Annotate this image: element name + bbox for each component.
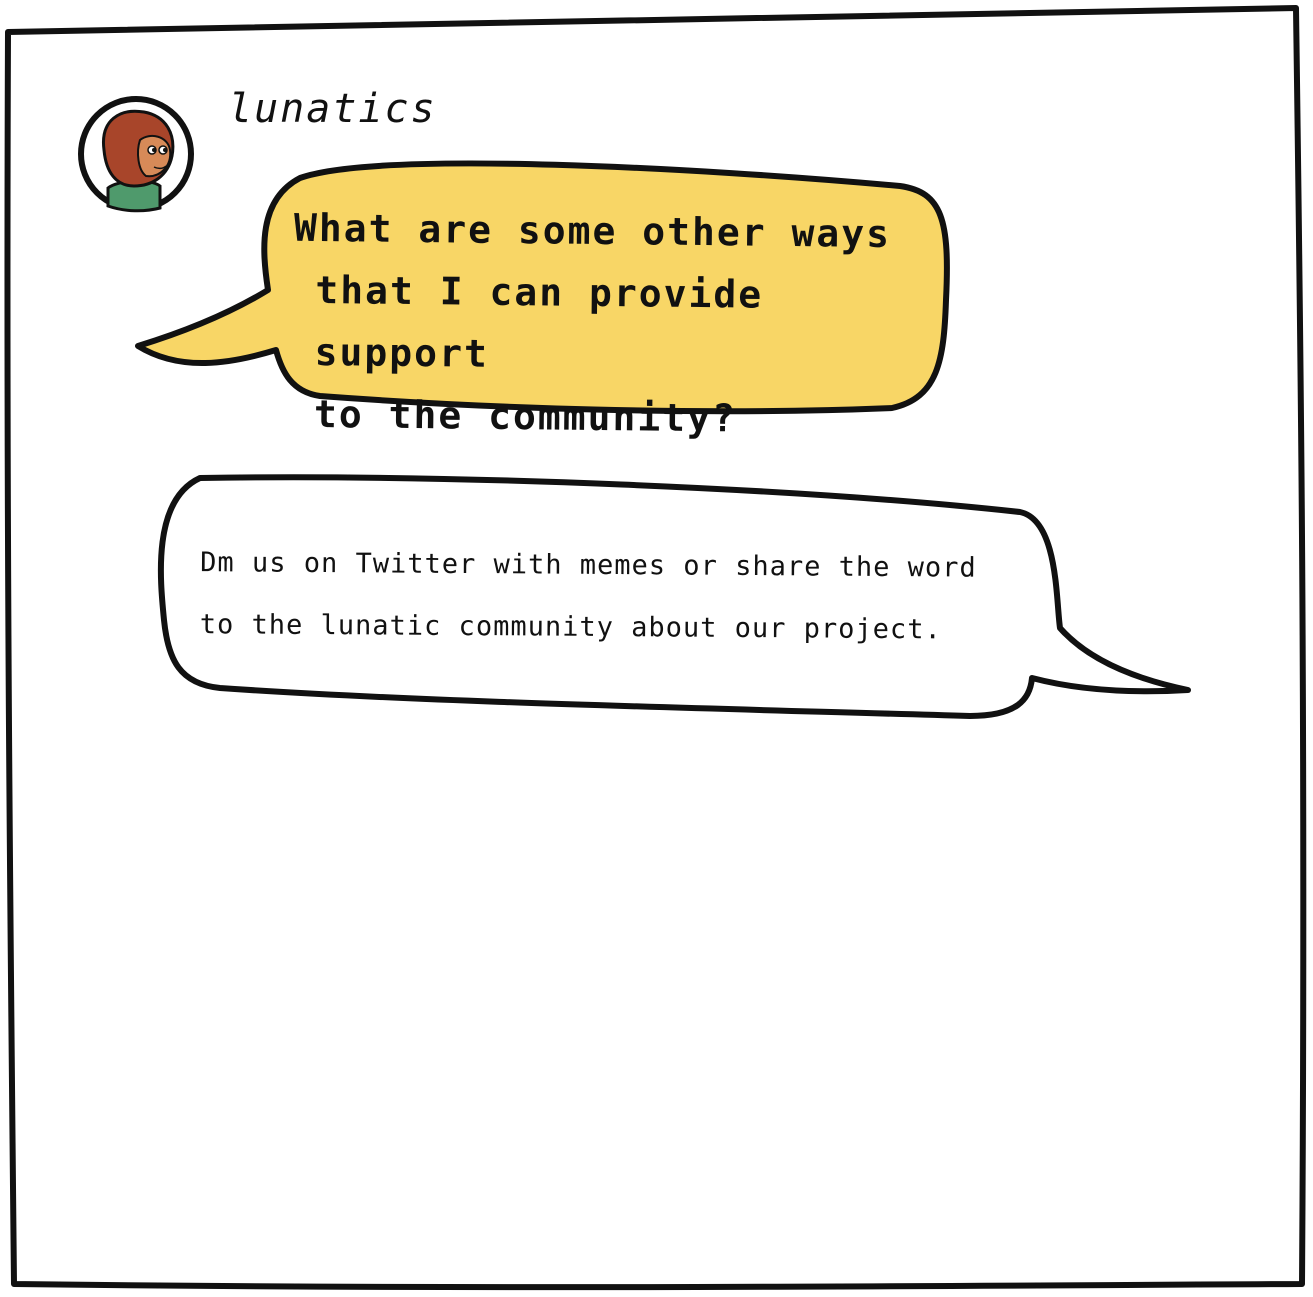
question-line: What are some other ways xyxy=(293,205,892,257)
avatar-pupil-left xyxy=(152,148,156,152)
avatar xyxy=(78,96,194,213)
username: lunatics xyxy=(228,86,437,132)
answer-line: to the lunatic community about our proje… xyxy=(199,609,942,646)
comic-panel: lunatics What are some other ways that I… xyxy=(0,0,1313,1297)
question-text: What are some other ways that I can prov… xyxy=(292,197,915,451)
question-line: that I can provide support xyxy=(314,267,764,376)
question-line: to the community? xyxy=(313,391,738,441)
avatar-pupil-right xyxy=(163,148,167,152)
answer-line: Dm us on Twitter with memes or share the… xyxy=(200,547,977,584)
answer-text: Dm us on Twitter with memes or share the… xyxy=(200,532,1021,662)
